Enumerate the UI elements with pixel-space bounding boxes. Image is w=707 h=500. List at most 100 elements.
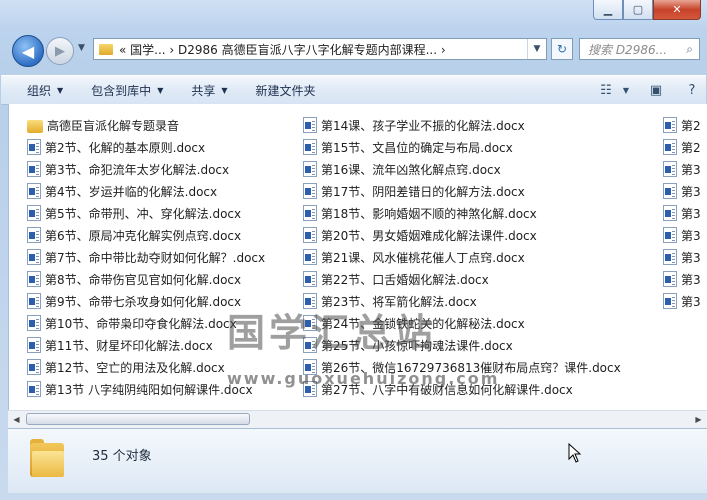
file-name: 第7节、命中带比劫夺财如何化解？.docx xyxy=(45,250,266,265)
word-document-icon xyxy=(27,205,41,221)
file-item[interactable]: 第2 xyxy=(663,114,701,136)
file-column-3: 第2 第2 第3 第3 第3 第3 第3 第3 第3 xyxy=(663,114,701,312)
back-button[interactable]: ◀ xyxy=(12,35,44,67)
minimize-button[interactable]: ▁ xyxy=(593,0,623,20)
address-bar[interactable]: « 国学... › D2986 高德臣盲派八字八字化解专题内部课程... › ▼ xyxy=(93,38,547,60)
file-item[interactable]: 第7节、命中带比劫夺财如何化解？.docx xyxy=(27,246,265,268)
word-document-icon xyxy=(303,271,317,287)
file-name: 第12节、空亡的用法及化解.docx xyxy=(45,360,225,375)
view-dropdown-icon[interactable]: ▼ xyxy=(620,86,632,95)
organize-label: 组织 xyxy=(27,83,52,98)
word-document-icon xyxy=(303,227,317,243)
recent-pages-dropdown[interactable]: ▼ xyxy=(78,43,85,53)
word-document-icon xyxy=(663,249,677,265)
maximize-button[interactable]: ▢ xyxy=(623,0,653,20)
scroll-right-icon[interactable]: ▶ xyxy=(690,411,707,428)
file-name: 第3 xyxy=(681,228,701,243)
file-name: 第9节、命带七杀攻身如何化解.docx xyxy=(45,294,242,309)
file-item[interactable]: 第3 xyxy=(663,290,701,312)
share-button[interactable]: 共享 ▼ xyxy=(177,82,241,99)
watermark-url: www.guoxuehuizong.com xyxy=(227,369,500,388)
horizontal-scrollbar[interactable]: ◀ ▶ xyxy=(8,410,707,428)
file-item[interactable]: 第2 xyxy=(663,136,701,158)
include-in-library-button[interactable]: 包含到库中 ▼ xyxy=(77,82,177,99)
file-name: 第5节、命带刑、冲、穿化解法.docx xyxy=(45,206,242,221)
file-name: 第15节、文昌位的确定与布局.docx xyxy=(321,140,513,155)
file-item[interactable]: 第2节、化解的基本原则.docx xyxy=(27,136,265,158)
file-item[interactable]: 第4节、岁运并临的化解法.docx xyxy=(27,180,265,202)
file-name: 第14课、孩子学业不振的化解法.docx xyxy=(321,118,525,133)
file-name: 第11节、财星坏印化解法.docx xyxy=(45,338,213,353)
word-document-icon xyxy=(27,381,41,397)
address-path[interactable]: « 国学... › D2986 高德臣盲派八字八字化解专题内部课程... › xyxy=(119,41,446,58)
search-placeholder: 搜索 D2986... xyxy=(588,42,668,57)
file-list: 高德臣盲派化解专题录音第2节、化解的基本原则.docx 第3节、命犯流年太岁化解法… xyxy=(8,104,707,410)
folder-item[interactable]: 高德臣盲派化解专题录音 xyxy=(27,114,265,136)
file-item[interactable]: 第3 xyxy=(663,158,701,180)
file-item[interactable]: 第17节、阴阳差错日的化解方法.docx xyxy=(303,180,621,202)
file-name: 第8节、命带伤官见官如何化解.docx xyxy=(45,272,242,287)
file-column-2: 第14课、孩子学业不振的化解法.docx 第15节、文昌位的确定与布局.docx 第… xyxy=(303,114,621,400)
word-document-icon xyxy=(663,117,677,133)
file-item[interactable]: 第3 xyxy=(663,246,701,268)
help-icon[interactable]: ? xyxy=(678,83,706,98)
file-name: 第22节、口舌婚姻化解法.docx xyxy=(321,272,489,287)
chevron-down-icon: ▼ xyxy=(221,85,228,95)
file-name: 第3 xyxy=(681,162,701,177)
navigation-bar: ◀ ▶ ▼ « 国学... › D2986 高德臣盲派八字八字化解专题内部课程.… xyxy=(0,34,707,67)
word-document-icon xyxy=(303,183,317,199)
include-label: 包含到库中 xyxy=(91,83,152,98)
word-document-icon xyxy=(27,183,41,199)
organize-button[interactable]: 组织 ▼ xyxy=(1,82,77,99)
file-item[interactable]: 第3 xyxy=(663,202,701,224)
file-name: 第3 xyxy=(681,184,701,199)
file-item[interactable]: 第22节、口舌婚姻化解法.docx xyxy=(303,268,621,290)
file-item[interactable]: 第3 xyxy=(663,268,701,290)
word-document-icon xyxy=(27,315,41,331)
file-item[interactable]: 第20节、男女婚姻难成化解法课件.docx xyxy=(303,224,621,246)
file-name: 第3 xyxy=(681,294,701,309)
file-name: 第13节 八字纯阴纯阳如何解课件.docx xyxy=(45,382,253,397)
preview-pane-icon[interactable]: ▣ xyxy=(642,83,670,98)
new-folder-button[interactable]: 新建文件夹 xyxy=(242,82,330,99)
explorer-window: ▁ ▢ ✕ ◀ ▶ ▼ « 国学... › D2986 高德臣盲派八字八字化解专… xyxy=(0,0,707,500)
file-item[interactable]: 第3节、命犯流年太岁化解法.docx xyxy=(27,158,265,180)
word-document-icon xyxy=(303,117,317,133)
watermark-title: 国学汇总站 xyxy=(227,311,438,355)
forward-button[interactable]: ▶ xyxy=(46,37,74,65)
file-item[interactable]: 第15节、文昌位的确定与布局.docx xyxy=(303,136,621,158)
file-item[interactable]: 第16课、流年凶煞化解点窍.docx xyxy=(303,158,621,180)
forward-arrow-icon: ▶ xyxy=(55,43,65,59)
file-name: 第2节、化解的基本原则.docx xyxy=(45,140,206,155)
word-document-icon xyxy=(303,249,317,265)
file-item[interactable]: 第6节、原局冲克化解实例点窍.docx xyxy=(27,224,265,246)
chevron-down-icon: ▼ xyxy=(157,85,164,95)
word-document-icon xyxy=(663,227,677,243)
file-item[interactable]: 第5节、命带刑、冲、穿化解法.docx xyxy=(27,202,265,224)
search-input[interactable]: 搜索 D2986... ⌕ xyxy=(579,38,700,60)
refresh-button[interactable]: ↻ xyxy=(551,38,573,60)
window-caption-buttons: ▁ ▢ ✕ xyxy=(593,0,701,20)
word-document-icon xyxy=(303,205,317,221)
file-name: 第3节、命犯流年太岁化解法.docx xyxy=(45,162,230,177)
scroll-left-icon[interactable]: ◀ xyxy=(8,411,25,428)
chevron-down-icon: ▼ xyxy=(57,85,64,95)
word-document-icon xyxy=(663,161,677,177)
file-item[interactable]: 第21课、风水催桃花催人丁点窍.docx xyxy=(303,246,621,268)
file-name: 第21课、风水催桃花催人丁点窍.docx xyxy=(321,250,525,265)
scrollbar-thumb[interactable] xyxy=(26,413,250,425)
file-name: 第17节、阴阳差错日的化解方法.docx xyxy=(321,184,525,199)
file-item[interactable]: 第3 xyxy=(663,180,701,202)
back-arrow-icon: ◀ xyxy=(21,41,35,61)
folder-icon xyxy=(27,119,43,133)
word-document-icon xyxy=(303,139,317,155)
view-options-icon[interactable]: ☷ xyxy=(592,83,620,98)
file-name: 第3 xyxy=(681,272,701,287)
file-item[interactable]: 第14课、孩子学业不振的化解法.docx xyxy=(303,114,621,136)
file-item[interactable]: 第3 xyxy=(663,224,701,246)
file-item[interactable]: 第18节、影响婚姻不顺的神煞化解.docx xyxy=(303,202,621,224)
word-document-icon xyxy=(27,161,41,177)
file-item[interactable]: 第8节、命带伤官见官如何化解.docx xyxy=(27,268,265,290)
address-dropdown-button[interactable]: ▼ xyxy=(527,39,546,59)
close-button[interactable]: ✕ xyxy=(653,0,701,20)
